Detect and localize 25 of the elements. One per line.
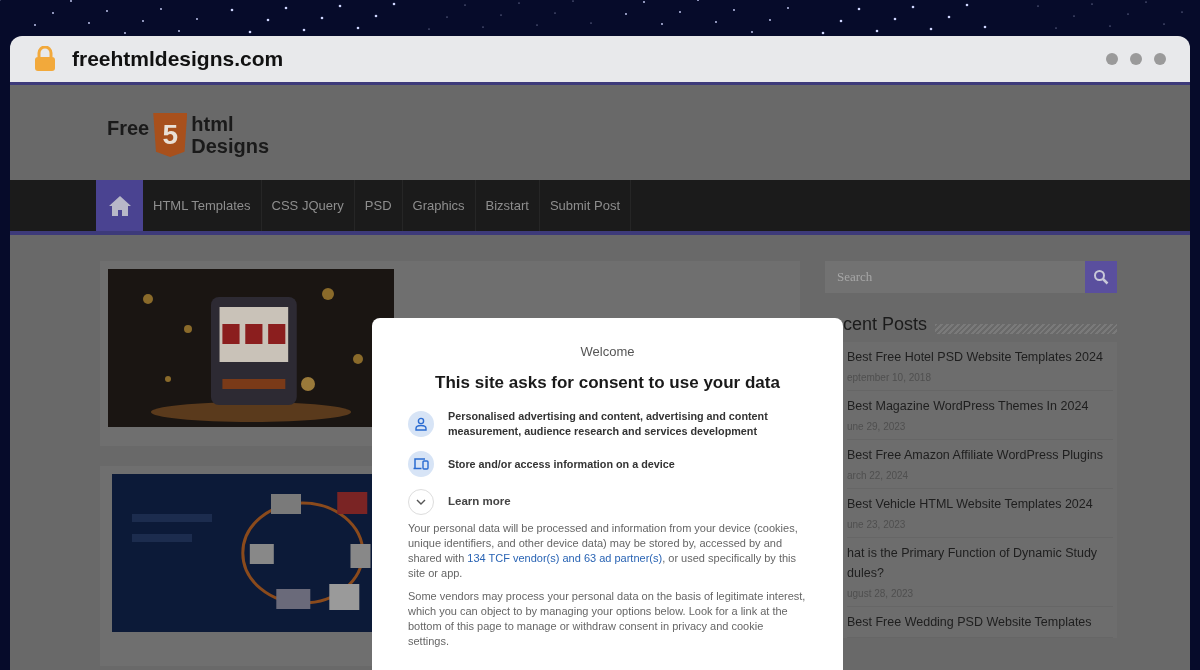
logo-shield-icon: 5 xyxy=(153,113,188,157)
purpose-text: Personalised advertising and content, advertising and content measurement, audience research and services development xyxy=(448,409,769,439)
nav-link[interactable]: Graphics xyxy=(402,180,476,231)
consent-paragraph: Your personal data will be processed and information from your device (cookies, unique identifiers, and other device data) may be stored by, accessed by and shared with 134 TCF vendor(s) and 63 ad partner(s), or used specifically by this site or app. xyxy=(408,521,799,581)
consent-paragraph: Some vendors may process your personal data on the basis of legitimate interest, which you can object to by managing your options below. Look for a link at the bottom of this page to manage or withdraw consent in privacy and cookie settings. xyxy=(408,589,807,649)
post-link[interactable]: Best Free Hotel PSD Website Templates 2024 xyxy=(847,347,1113,367)
learn-more-toggle[interactable]: Learn more xyxy=(408,489,807,515)
post-link[interactable]: hat is the Primary Function of Dynamic Study dules? xyxy=(847,543,1113,583)
nav-link[interactable]: Submit Post xyxy=(539,180,631,231)
dialog-title: This site asks for consent to use your data xyxy=(435,371,780,394)
purpose-text: Store and/or access information on a device xyxy=(448,456,675,472)
logo-text: Designs xyxy=(191,135,270,157)
nav-link[interactable]: PSD xyxy=(354,180,403,231)
post-link[interactable]: Best Free Amazon Affiliate WordPress Plugins xyxy=(847,445,1113,465)
logo-text: html xyxy=(191,113,235,135)
section-heading: cent Posts xyxy=(843,313,928,336)
logo-text: Free xyxy=(107,116,150,141)
dialog-welcome-text: Welcome xyxy=(580,343,635,361)
post-link[interactable]: Best Free Wedding PSD Website Templates xyxy=(847,612,1113,632)
nav-link[interactable]: HTML Templates xyxy=(143,180,262,231)
nav-link[interactable]: CSS JQuery xyxy=(261,180,355,231)
post-link[interactable]: Best Magazine WordPress Themes In 2024 xyxy=(847,396,1113,416)
nav-link[interactable]: Bizstart xyxy=(475,180,540,231)
url-text: freehtmldesigns.com xyxy=(72,46,284,73)
post-link[interactable]: Best Vehicle HTML Website Templates 2024 xyxy=(847,494,1113,514)
